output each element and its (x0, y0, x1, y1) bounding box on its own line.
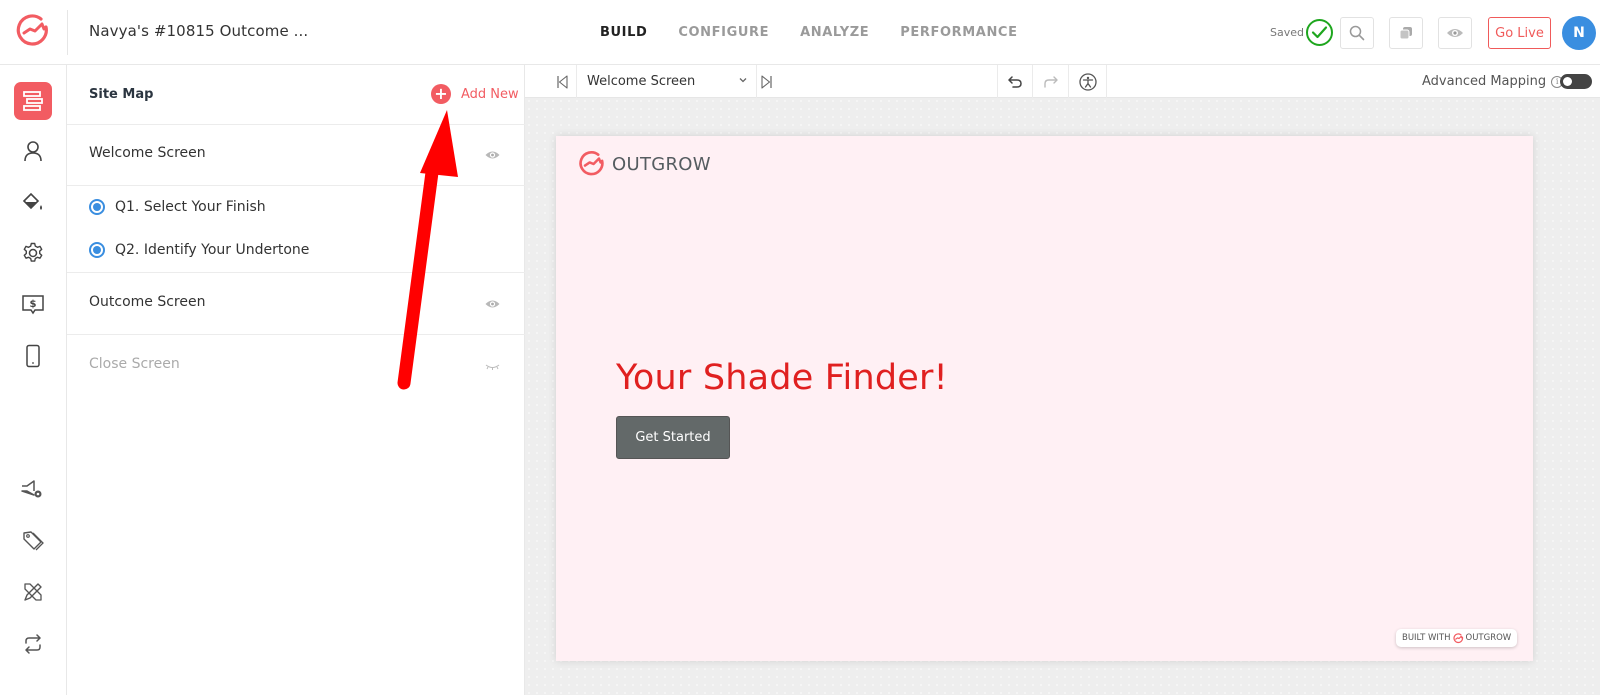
main-nav: BUILD CONFIGURE ANALYZE PERFORMANCE (600, 25, 1049, 40)
saved-status: Saved (1270, 26, 1304, 39)
advanced-mapping-toggle[interactable] (1560, 74, 1592, 89)
search-button[interactable] (1340, 17, 1374, 49)
paint-bucket-icon (22, 192, 42, 210)
outgrow-logo-icon (579, 151, 604, 176)
question-label: Q2. Identify Your Undertone (115, 242, 310, 258)
advanced-mapping-label: Advanced Mapping (1422, 74, 1547, 89)
gear-icon (23, 242, 43, 262)
sidebar-item-user[interactable] (14, 132, 52, 170)
screen-selector-dropdown[interactable]: Welcome Screen (577, 65, 757, 98)
accessibility-button[interactable] (1069, 65, 1107, 98)
site-map-item-close-screen[interactable]: Close Screen (67, 335, 525, 397)
project-title[interactable]: Navya's #10815 Outcome ... (89, 22, 308, 40)
sidebar-item-announcement-settings[interactable] (14, 471, 52, 509)
canvas-toolbar: Welcome Screen Advanced Mapping i (525, 65, 1600, 98)
selected-screen-label: Welcome Screen (587, 74, 696, 89)
pricing-icon: $ (22, 295, 44, 315)
top-bar: Navya's #10815 Outcome ... BUILD CONFIGU… (0, 0, 1600, 65)
tag-icon (23, 531, 44, 551)
questions-group: Q1. Select Your Finish Q2. Identify Your… (67, 186, 525, 273)
plus-icon: + (431, 84, 451, 104)
next-screen-button[interactable] (757, 65, 777, 98)
site-map-panel: Site Map + Add New Welcome Screen Q1. Se… (67, 65, 525, 695)
tab-configure[interactable]: CONFIGURE (678, 25, 769, 40)
duplicate-button[interactable] (1389, 17, 1423, 49)
sidebar-item-settings[interactable] (14, 234, 52, 272)
built-with-brand: OUTGROW (1465, 633, 1512, 643)
sidebar-item-site-map[interactable] (14, 82, 52, 120)
built-with-label: BUILT WITH (1402, 633, 1451, 643)
sidebar-item-mobile[interactable] (14, 337, 52, 375)
site-map-title: Site Map (89, 87, 154, 102)
question-item[interactable]: Q1. Select Your Finish (89, 199, 266, 215)
visibility-eye-icon[interactable] (485, 299, 500, 309)
redo-icon (1043, 75, 1058, 88)
preview-brand-logo: OUTGROW (578, 150, 711, 178)
visibility-eye-icon[interactable] (485, 150, 500, 160)
preview-button[interactable] (1438, 17, 1472, 49)
site-map-header: Site Map + Add New (67, 65, 525, 125)
canvas-area: Welcome Screen Advanced Mapping i OUTGRO… (525, 65, 1600, 695)
undo-icon (1008, 75, 1022, 88)
sidebar-item-pricing[interactable]: $ (14, 285, 52, 323)
outgrow-logo-icon[interactable] (15, 13, 51, 49)
design-tools-icon (24, 583, 42, 601)
go-live-button[interactable]: Go Live (1488, 17, 1551, 49)
outgrow-logo-icon (1452, 632, 1463, 643)
site-map-item-welcome-screen[interactable]: Welcome Screen (67, 125, 525, 186)
built-with-badge[interactable]: BUILT WITH OUTGROW (1396, 629, 1518, 647)
question-radio-icon (89, 242, 105, 258)
question-radio-icon (89, 199, 105, 215)
welcome-screen-label: Welcome Screen (89, 145, 206, 161)
question-label: Q1. Select Your Finish (115, 199, 266, 215)
redo-button[interactable] (1033, 65, 1069, 98)
repeat-icon (25, 634, 41, 654)
chevron-down-icon (739, 78, 747, 83)
advanced-mapping: Advanced Mapping i (1422, 74, 1564, 89)
sidebar-item-design[interactable] (14, 183, 52, 221)
saved-check-icon (1306, 19, 1333, 46)
sidebar-item-design-tools[interactable] (14, 573, 52, 611)
user-icon (24, 141, 42, 162)
question-item[interactable]: Q2. Identify Your Undertone (89, 242, 309, 258)
user-avatar[interactable]: N (1562, 16, 1596, 50)
left-icon-sidebar: $ (0, 65, 67, 695)
header-divider (67, 10, 68, 55)
get-started-button[interactable]: Get Started (616, 416, 730, 459)
search-icon (1349, 25, 1365, 41)
accessibility-icon (1078, 72, 1097, 91)
hidden-eye-icon[interactable] (485, 363, 500, 371)
skip-next-icon (761, 74, 772, 89)
undo-button[interactable] (997, 65, 1033, 98)
add-new-label: Add New (461, 86, 519, 102)
preview-headline[interactable]: Your Shade Finder! (616, 358, 948, 398)
close-screen-label: Close Screen (89, 356, 180, 372)
sidebar-item-integrations[interactable] (14, 625, 52, 663)
svg-text:$: $ (30, 299, 37, 310)
mobile-icon (26, 344, 40, 368)
add-new-button[interactable]: + Add New (431, 84, 519, 104)
preview-brand-name: OUTGROW (612, 153, 711, 175)
preview-eye-icon (1447, 29, 1463, 37)
tab-performance[interactable]: PERFORMANCE (900, 25, 1017, 40)
outcome-screen-label: Outcome Screen (89, 294, 206, 310)
sidebar-item-tags[interactable] (14, 522, 52, 560)
tab-analyze[interactable]: ANALYZE (800, 25, 869, 40)
site-map-item-outcome-screen[interactable]: Outcome Screen (67, 273, 525, 335)
skip-previous-icon (556, 74, 568, 89)
announcement-settings-icon (21, 480, 42, 498)
duplicate-icon (1399, 27, 1412, 40)
previous-screen-button[interactable] (547, 65, 577, 98)
site-map-icon (23, 91, 43, 111)
welcome-screen-preview[interactable]: OUTGROW Your Shade Finder! Get Started B… (556, 136, 1533, 661)
tab-build[interactable]: BUILD (600, 25, 647, 40)
